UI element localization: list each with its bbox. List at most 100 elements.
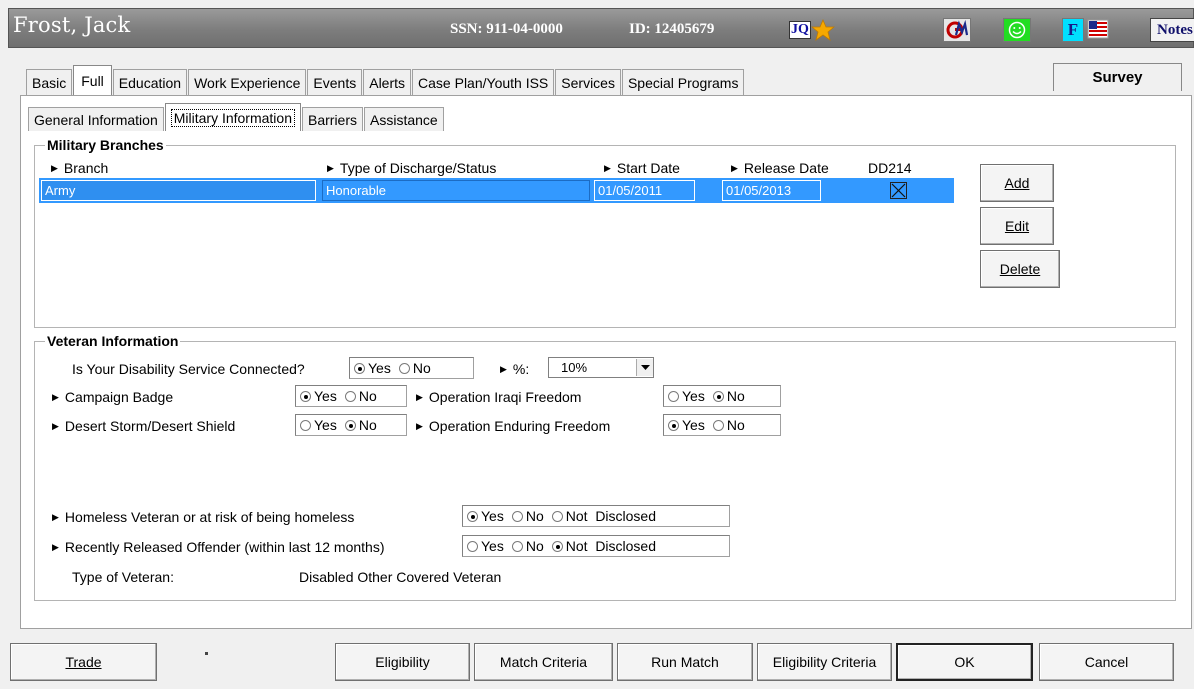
campaign-no-radio[interactable]: No bbox=[344, 388, 377, 404]
radio-selected-icon bbox=[344, 419, 356, 431]
flag-icon[interactable] bbox=[1086, 18, 1112, 42]
percent-value: 10% bbox=[561, 360, 588, 375]
tab-full[interactable]: Full bbox=[73, 65, 112, 95]
radio-selected-icon bbox=[551, 540, 563, 552]
tab-basic[interactable]: Basic bbox=[26, 69, 73, 95]
veteran-information-title: Veteran Information bbox=[45, 333, 181, 349]
radio-icon bbox=[712, 419, 724, 431]
iraqi-yes-radio[interactable]: Yes bbox=[668, 388, 705, 404]
iraqi-freedom-label: ▶ Operation Iraqi Freedom bbox=[416, 389, 582, 405]
radio-selected-icon bbox=[354, 362, 365, 374]
radio-selected-icon bbox=[668, 419, 679, 431]
sort-arrow-icon: ▶ bbox=[604, 162, 611, 173]
tab-special-programs[interactable]: Special Programs bbox=[621, 69, 745, 95]
radio-icon bbox=[511, 540, 523, 552]
disability-radio-group: Yes No bbox=[349, 357, 474, 379]
notes-button[interactable]: Notes bbox=[1150, 18, 1194, 42]
delete-button[interactable]: Delete bbox=[980, 250, 1060, 288]
disability-yes-radio[interactable]: Yes bbox=[354, 360, 391, 376]
campaign-badge-label: ▶ Campaign Badge bbox=[52, 389, 174, 405]
radio-icon bbox=[300, 419, 311, 431]
sort-arrow-icon: ▶ bbox=[327, 162, 334, 173]
homeless-yes-radio[interactable]: Yes bbox=[467, 508, 504, 524]
cell-start-date[interactable]: 01/05/2011 bbox=[594, 180, 695, 201]
radio-selected-icon bbox=[300, 390, 311, 402]
col-header-start-date[interactable]: ▶ Start Date bbox=[604, 160, 680, 176]
homeless-no-radio[interactable]: No bbox=[511, 508, 544, 524]
disability-no-radio[interactable]: No bbox=[398, 360, 431, 376]
cell-discharge[interactable]: Honorable bbox=[322, 180, 590, 201]
cell-release-date[interactable]: 01/05/2013 bbox=[722, 180, 821, 201]
sort-arrow-icon: ▶ bbox=[731, 162, 738, 173]
radio-selected-icon bbox=[712, 390, 724, 402]
subtab-general-information[interactable]: General Information bbox=[28, 107, 164, 131]
tab-services[interactable]: Services bbox=[555, 69, 621, 95]
edit-button[interactable]: Edit bbox=[980, 207, 1054, 245]
iraqi-no-radio[interactable]: No bbox=[712, 388, 745, 404]
campaign-badge-radio-group: Yes No bbox=[295, 385, 407, 407]
col-header-branch[interactable]: ▶ Branch bbox=[51, 160, 108, 176]
homeless-radio-group: Yes No Not Disclosed bbox=[462, 505, 730, 527]
survey-button[interactable]: Survey bbox=[1053, 63, 1182, 91]
jq-star-badge[interactable]: JQ bbox=[789, 19, 835, 41]
subtab-assistance[interactable]: Assistance bbox=[364, 107, 444, 131]
enduring-yes-radio[interactable]: Yes bbox=[668, 417, 705, 433]
col-header-discharge[interactable]: ▶ Type of Discharge/Status bbox=[327, 160, 496, 176]
percent-select[interactable]: 10% bbox=[548, 357, 654, 378]
radio-icon bbox=[668, 390, 679, 402]
radio-icon bbox=[551, 510, 563, 522]
offender-not-disclosed-radio[interactable]: Not Disclosed bbox=[551, 538, 656, 554]
col-header-release-date[interactable]: ▶ Release Date bbox=[731, 160, 829, 176]
radio-selected-icon bbox=[467, 510, 478, 522]
dropdown-arrow-icon[interactable] bbox=[636, 359, 653, 376]
percent-label: ▶%: bbox=[500, 361, 530, 377]
desert-storm-radio-group: Yes No bbox=[295, 414, 407, 436]
homeless-not-disclosed-radio[interactable]: Not Disclosed bbox=[551, 508, 656, 524]
eligibility-button[interactable]: Eligibility bbox=[335, 643, 470, 681]
radio-icon bbox=[511, 510, 523, 522]
arrow-icon: ▶ bbox=[52, 541, 59, 552]
enduring-no-radio[interactable]: No bbox=[712, 417, 745, 433]
desert-storm-label: ▶ Desert Storm/Desert Shield bbox=[52, 418, 236, 434]
tab-alerts[interactable]: Alerts bbox=[363, 69, 412, 95]
ok-button[interactable]: OK bbox=[896, 643, 1033, 681]
enduring-freedom-radio-group: Yes No bbox=[663, 414, 781, 436]
run-match-button[interactable]: Run Match bbox=[617, 643, 753, 681]
arrow-icon: ▶ bbox=[52, 420, 59, 431]
tab-events[interactable]: Events bbox=[307, 69, 363, 95]
gm-logo-icon[interactable] bbox=[943, 18, 971, 42]
ssn-label: SSN: 911-04-0000 bbox=[450, 21, 563, 37]
tab-work-experience[interactable]: Work Experience bbox=[188, 69, 307, 95]
tab-education[interactable]: Education bbox=[112, 69, 188, 95]
trade-button[interactable]: Trade bbox=[10, 643, 157, 681]
f-badge-icon[interactable]: F bbox=[1062, 18, 1084, 42]
dd214-checkbox[interactable] bbox=[890, 182, 907, 199]
col-header-dd214[interactable]: DD214 bbox=[868, 160, 912, 176]
enduring-freedom-label: ▶ Operation Enduring Freedom bbox=[416, 418, 611, 434]
cancel-button[interactable]: Cancel bbox=[1039, 643, 1174, 681]
match-criteria-button[interactable]: Match Criteria bbox=[474, 643, 613, 681]
subtab-military-information[interactable]: Military Information bbox=[164, 103, 301, 131]
arrow-icon: ▶ bbox=[416, 420, 423, 431]
subtab-barriers[interactable]: Barriers bbox=[302, 107, 364, 131]
offender-no-radio[interactable]: No bbox=[511, 538, 544, 554]
main-tab-bar: Basic Full Education Work Experience Eve… bbox=[26, 61, 745, 95]
radio-icon bbox=[398, 362, 410, 374]
desert-no-radio[interactable]: No bbox=[344, 417, 377, 433]
desert-yes-radio[interactable]: Yes bbox=[300, 417, 337, 433]
tab-case-plan[interactable]: Case Plan/Youth ISS bbox=[412, 69, 555, 95]
title-bar: Frost, Jack SSN: 911-04-0000 ID: 1240567… bbox=[8, 8, 1194, 48]
arrow-icon: ▶ bbox=[500, 363, 507, 374]
smiley-icon[interactable] bbox=[1003, 18, 1031, 42]
cell-branch[interactable]: Army bbox=[41, 180, 316, 201]
disability-label: Is Your Disability Service Connected? bbox=[72, 361, 305, 377]
add-button[interactable]: Add bbox=[980, 164, 1054, 202]
type-of-veteran-label: Type of Veteran: bbox=[72, 569, 174, 585]
campaign-yes-radio[interactable]: Yes bbox=[300, 388, 337, 404]
x-check-icon bbox=[891, 183, 906, 198]
eligibility-criteria-button[interactable]: Eligibility Criteria bbox=[757, 643, 892, 681]
iraqi-freedom-radio-group: Yes No bbox=[663, 385, 781, 407]
star-icon bbox=[810, 19, 835, 41]
offender-yes-radio[interactable]: Yes bbox=[467, 538, 504, 554]
arrow-icon: ▶ bbox=[52, 391, 59, 402]
